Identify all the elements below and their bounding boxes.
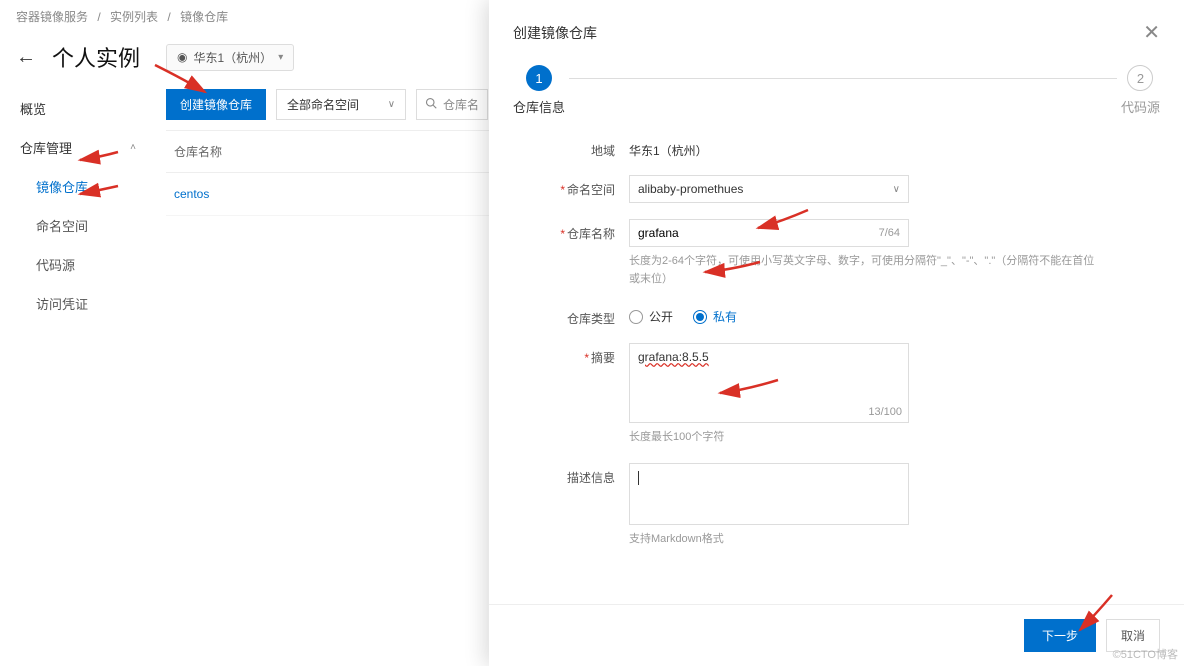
drawer-title: 创建镜像仓库 <box>513 23 597 43</box>
breadcrumb-sep: / <box>97 10 100 24</box>
desc-help: 支持Markdown格式 <box>629 531 1099 549</box>
text-caret <box>638 471 639 485</box>
sidebar-group-label: 仓库管理 <box>20 138 72 157</box>
chevron-down-icon: ▾ <box>278 52 283 63</box>
drawer-footer: 下一步 取消 <box>489 604 1184 666</box>
search-icon <box>425 97 437 112</box>
namespace-select-value: alibaby-promethues <box>638 182 743 196</box>
reponame-input-field[interactable] <box>638 226 879 240</box>
chevron-down-icon: ∨ <box>893 184 900 195</box>
repotype-public-radio[interactable]: 公开 <box>629 308 673 325</box>
step-connector <box>569 78 1117 79</box>
summary-textarea[interactable]: grafana:8.5.5 13/100 <box>629 343 909 423</box>
sidebar: 概览 仓库管理 ˄ 镜像仓库 命名空间 代码源 访问凭证 <box>0 89 150 323</box>
namespace-filter[interactable]: 全部命名空间 ∨ <box>276 89 406 120</box>
step-1: 1 仓库信息 <box>513 65 565 116</box>
step-1-label: 仓库信息 <box>513 97 565 116</box>
watermark: ©51CTO博客 <box>1113 646 1178 662</box>
page-title: 个人实例 <box>52 41 140 73</box>
close-icon[interactable]: ✕ <box>1143 20 1160 45</box>
reponame-field-label: *仓库名称 <box>529 219 629 242</box>
desc-field-label: 描述信息 <box>529 463 629 486</box>
region-label: 华东1（杭州） <box>194 49 273 66</box>
region-selector[interactable]: ◉ 华东1（杭州） ▾ <box>166 44 294 71</box>
sidebar-item-code-source[interactable]: 代码源 <box>16 245 150 284</box>
repotype-private-radio[interactable]: 私有 <box>693 308 737 325</box>
chevron-down-icon: ∨ <box>388 99 395 110</box>
namespace-filter-label: 全部命名空间 <box>287 96 359 113</box>
repo-form: 地域 华东1（杭州） *命名空间 alibaby-promethues ∨ *仓… <box>489 136 1184 604</box>
repotype-field-label: 仓库类型 <box>529 304 629 327</box>
step-2: 2 代码源 <box>1121 65 1160 116</box>
breadcrumb-item: 镜像仓库 <box>180 10 228 24</box>
breadcrumb-sep: / <box>167 10 170 24</box>
step-1-circle: 1 <box>526 65 552 91</box>
radio-icon <box>629 310 643 324</box>
summary-field-label: *摘要 <box>529 343 629 366</box>
chevron-up-icon: ˄ <box>130 142 136 153</box>
sidebar-item-credentials[interactable]: 访问凭证 <box>16 284 150 323</box>
desc-textarea[interactable] <box>629 463 909 525</box>
summary-value: grafana:8.5.5 <box>638 350 709 364</box>
sidebar-item-image-repo[interactable]: 镜像仓库 <box>16 167 150 206</box>
reponame-help: 长度为2-64个字符，可使用小写英文字母、数字，可使用分隔符"_"、"-"、".… <box>629 253 1099 288</box>
search-placeholder: 仓库名 <box>443 96 479 113</box>
region-field-label: 地域 <box>529 136 629 159</box>
breadcrumb-item[interactable]: 实例列表 <box>110 10 158 24</box>
sidebar-group-repo[interactable]: 仓库管理 ˄ <box>16 128 150 167</box>
wizard-steps: 1 仓库信息 2 代码源 <box>489 55 1184 136</box>
region-field-value: 华东1（杭州） <box>629 136 1144 159</box>
create-repo-button[interactable]: 创建镜像仓库 <box>166 89 266 120</box>
sidebar-item-namespace[interactable]: 命名空间 <box>16 206 150 245</box>
namespace-select[interactable]: alibaby-promethues ∨ <box>629 175 909 203</box>
summary-help: 长度最长100个字符 <box>629 429 1099 447</box>
radio-label: 公开 <box>649 308 673 325</box>
sidebar-item-overview[interactable]: 概览 <box>16 89 150 128</box>
step-2-label: 代码源 <box>1121 97 1160 116</box>
back-arrow-icon[interactable]: ← <box>16 46 36 69</box>
namespace-field-label: *命名空间 <box>529 175 629 198</box>
step-2-circle: 2 <box>1127 65 1153 91</box>
radio-icon <box>693 310 707 324</box>
search-input[interactable]: 仓库名 <box>416 89 488 120</box>
radio-label: 私有 <box>713 308 737 325</box>
create-repo-drawer: 创建镜像仓库 ✕ 1 仓库信息 2 代码源 地域 华东1（杭州） *命名空间 a… <box>489 0 1184 666</box>
breadcrumb-item[interactable]: 容器镜像服务 <box>16 10 88 24</box>
summary-counter: 13/100 <box>868 406 902 418</box>
reponame-counter: 7/64 <box>879 227 900 239</box>
globe-icon: ◉ <box>177 50 187 64</box>
next-button[interactable]: 下一步 <box>1024 619 1096 652</box>
reponame-input[interactable]: 7/64 <box>629 219 909 247</box>
